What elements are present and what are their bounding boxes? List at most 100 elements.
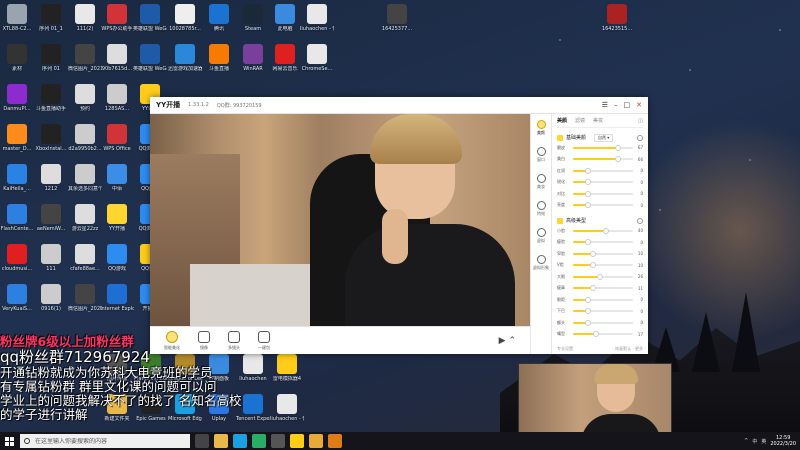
desktop-icon[interactable]: 序列 01_1 bbox=[34, 4, 68, 32]
desktop-icon[interactable]: 游云星22zz bbox=[68, 204, 102, 232]
slider-track[interactable] bbox=[573, 190, 633, 197]
slider-track[interactable] bbox=[573, 296, 633, 303]
slider-handle[interactable] bbox=[585, 167, 591, 174]
desktop-icon[interactable]: XTL88-C2... bbox=[0, 4, 34, 32]
slider-track[interactable] bbox=[573, 319, 633, 326]
desktop-icon[interactable]: cloudmusi... bbox=[0, 244, 34, 272]
checkbox-icon[interactable] bbox=[557, 217, 563, 224]
slider-track[interactable] bbox=[573, 331, 633, 338]
slider-handle[interactable] bbox=[592, 331, 599, 338]
slider-handle[interactable] bbox=[585, 239, 591, 246]
desktop-icon[interactable]: Steam bbox=[236, 4, 270, 32]
desktop-icon[interactable]: 1212 bbox=[34, 164, 68, 192]
desktop-icon[interactable]: 111 bbox=[34, 244, 68, 272]
slider-handle[interactable] bbox=[603, 227, 609, 234]
desktop-icon[interactable]: aeNemiW... bbox=[34, 204, 68, 232]
sidebar-item[interactable]: 虚拟 bbox=[531, 222, 551, 249]
desktop-icon[interactable]: QQ游戏 bbox=[100, 244, 134, 272]
taskbar-app-obs[interactable] bbox=[271, 434, 285, 448]
slider-track[interactable] bbox=[573, 273, 633, 280]
desktop-icon[interactable]: WPS Office bbox=[100, 124, 134, 152]
desktop-icon[interactable]: 90b7615d... bbox=[100, 44, 134, 72]
slider-handle[interactable] bbox=[585, 179, 591, 186]
checkbox-icon[interactable] bbox=[557, 134, 563, 141]
taskbar-app-app[interactable] bbox=[328, 434, 342, 448]
slider-track[interactable] bbox=[573, 179, 633, 186]
maximize-button[interactable]: □ bbox=[624, 101, 631, 109]
beauty-tab[interactable]: 美妆 bbox=[593, 117, 603, 124]
slider-handle[interactable] bbox=[585, 296, 591, 303]
desktop-icon[interactable]: 预约 bbox=[68, 84, 102, 112]
desktop-icon[interactable]: KaiHeila_... bbox=[0, 164, 34, 192]
desktop-icon[interactable]: 其余选多同意个性任何的... bbox=[68, 164, 102, 192]
sidebar-item[interactable]: 美颜 bbox=[531, 114, 551, 141]
taskbar-app-edge[interactable] bbox=[233, 434, 247, 448]
desktop-icon[interactable]: 腾讯 bbox=[202, 4, 236, 32]
taskbar-app-folder[interactable] bbox=[309, 434, 323, 448]
slider-handle[interactable] bbox=[585, 202, 591, 209]
desktop-icon[interactable]: XboxInstal... bbox=[34, 124, 68, 152]
desktop-icon[interactable]: 斗鱼直播助手 bbox=[34, 84, 68, 112]
slider-handle[interactable] bbox=[585, 190, 591, 197]
reset-icon[interactable] bbox=[637, 217, 643, 224]
desktop-icon[interactable]: 素材 bbox=[0, 44, 34, 72]
desktop-icon[interactable]: 0916(1) bbox=[34, 284, 68, 312]
taskbar-app-wechat[interactable] bbox=[252, 434, 266, 448]
desktop-icon[interactable]: 10028785r... bbox=[168, 4, 202, 32]
desktop-icon[interactable]: 序列 01 bbox=[34, 44, 68, 72]
minimize-button[interactable]: – bbox=[614, 101, 618, 109]
desktop-icon[interactable]: VeryKuaiS... bbox=[0, 284, 34, 312]
windows-start-button[interactable] bbox=[0, 432, 18, 450]
preset-select[interactable]: 自然 ▾ bbox=[594, 133, 614, 142]
compare-icon[interactable]: ◫ bbox=[638, 118, 643, 124]
beauty-tab[interactable]: 美颜 bbox=[557, 117, 567, 124]
desktop-icon[interactable]: 微信图片_2021102... bbox=[68, 44, 102, 72]
slider-track[interactable] bbox=[573, 262, 633, 269]
menu-icon[interactable]: ☰ bbox=[602, 101, 608, 109]
desktop-icon[interactable]: master_D... bbox=[0, 124, 34, 152]
desktop-icon[interactable]: YY开播 bbox=[100, 204, 134, 232]
desktop-icon[interactable]: ChromeSe... bbox=[300, 44, 334, 72]
slider-handle[interactable] bbox=[596, 273, 603, 280]
sidebar-item[interactable]: 虚拟形象 bbox=[531, 249, 551, 276]
desktop-icon[interactable]: 英雄联盟 WeGame版 bbox=[133, 44, 167, 72]
yy-title-bar[interactable]: YY开播 1.33.1.2 QQ群: 993720159 ☰ – □ ✕ bbox=[150, 97, 648, 114]
desktop-icon[interactable]: d2a9950b2... bbox=[68, 124, 102, 152]
slider-handle[interactable] bbox=[589, 250, 596, 257]
desktop-icon[interactable]: DanmuPl... bbox=[0, 84, 34, 112]
pro-settings-link[interactable]: 专业设置 bbox=[557, 346, 573, 352]
close-button[interactable]: ✕ bbox=[636, 101, 642, 109]
clock[interactable]: 12:59 2022/3/20 bbox=[770, 435, 796, 447]
desktop-icon[interactable]: 16425377... bbox=[380, 4, 414, 32]
reset-icon[interactable] bbox=[637, 134, 643, 141]
slider-handle[interactable] bbox=[585, 319, 591, 326]
yy-live-window[interactable]: YY开播 1.33.1.2 QQ群: 993720159 ☰ – □ ✕ 智能美… bbox=[150, 97, 648, 354]
desktop-icon[interactable]: 16423515... bbox=[600, 4, 634, 32]
desktop-icon[interactable]: cfafe88ae... bbox=[68, 244, 102, 272]
slider-track[interactable] bbox=[573, 227, 633, 234]
desktop-icon[interactable]: FlashCente... bbox=[0, 204, 34, 232]
camera-toggle-button[interactable]: ▶ ⌃ bbox=[499, 336, 516, 346]
desktop-icon[interactable]: 迅雷游戏加速器 bbox=[168, 44, 202, 72]
slider-track[interactable] bbox=[573, 285, 633, 292]
slider-track[interactable] bbox=[573, 202, 633, 209]
taskbar-app-explorer[interactable] bbox=[214, 434, 228, 448]
beauty-tab[interactable]: 滤镜 bbox=[575, 117, 585, 124]
desktop-icon[interactable]: 网易云音乐 bbox=[268, 44, 302, 72]
search-input[interactable] bbox=[35, 437, 185, 445]
slider-handle[interactable] bbox=[589, 262, 596, 269]
desktop-icon[interactable]: WPS办公助手 bbox=[100, 4, 134, 32]
slider-track[interactable] bbox=[573, 144, 633, 151]
sidebar-item[interactable]: 美妆 bbox=[531, 168, 551, 195]
desktop-icon[interactable]: 此电脑 bbox=[268, 4, 302, 32]
slider-handle[interactable] bbox=[589, 285, 596, 292]
slider-handle[interactable] bbox=[585, 308, 591, 315]
desktop-icon[interactable]: liuhaochen - 快捷方式 (2) bbox=[300, 4, 334, 32]
slider-track[interactable] bbox=[573, 167, 633, 174]
slider-handle[interactable] bbox=[614, 156, 621, 163]
tray-icon[interactable]: 中 bbox=[752, 438, 757, 445]
slider-track[interactable] bbox=[573, 239, 633, 246]
tray-icon[interactable]: ^ bbox=[744, 438, 748, 445]
taskbar-search[interactable] bbox=[20, 434, 190, 448]
taskbar-app-yy[interactable] bbox=[290, 434, 304, 448]
